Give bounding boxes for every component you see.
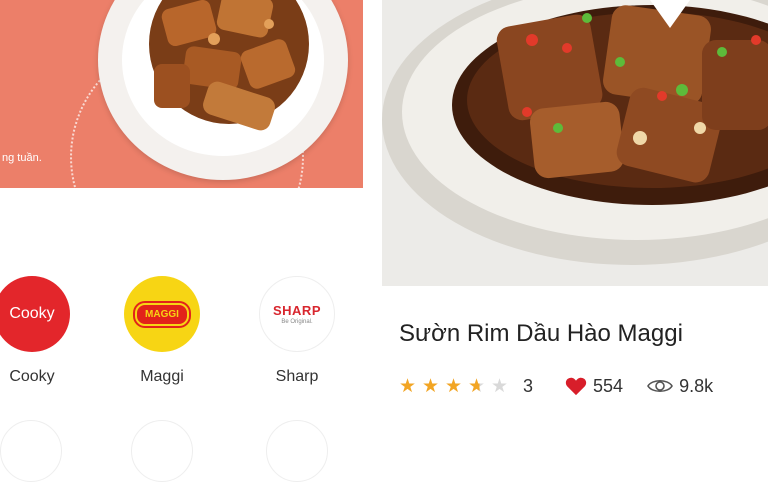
likes-count: 554 (593, 375, 624, 396)
views-count: 9.8k (679, 375, 714, 396)
sharp-logo[interactable]: SHARP Be Original. (259, 276, 335, 352)
maggi-logo[interactable]: MAGGI (124, 276, 200, 352)
star-icon: ★ (445, 375, 463, 397)
brand-item-cooky[interactable]: Cooky Cooky (0, 276, 73, 386)
brand-name-cooky: Cooky (9, 368, 55, 385)
recipe-dish-image (382, 0, 768, 286)
star-icon: ★ (399, 375, 417, 397)
star-icon: ★ (422, 375, 440, 397)
brand-item-next-row[interactable] (0, 420, 62, 482)
recipe-title[interactable]: Sườn Rim Dầu Hào Maggi (399, 320, 683, 348)
play-icon[interactable] (650, 0, 690, 28)
recipe-card[interactable]: Sườn Rim Dầu Hào Maggi ★ ★ ★ ★ ★ 3 554 9… (382, 0, 768, 432)
cooky-logo-text: Cooky (9, 305, 55, 322)
sharp-logo-text: SHARP (272, 303, 321, 318)
heart-icon[interactable] (565, 376, 587, 396)
brand-name-maggi: Maggi (140, 368, 184, 385)
brand-name-sharp: Sharp (275, 368, 319, 385)
eye-icon (647, 379, 673, 393)
maggi-logo-text: MAGGI (135, 302, 189, 326)
brand-item-next-row[interactable] (266, 420, 328, 482)
promo-banner[interactable]: ng tuần. (0, 0, 363, 188)
recipe-stats: ★ ★ ★ ★ ★ 3 554 9.8k (399, 374, 713, 398)
brand-item-next-row[interactable] (131, 420, 193, 482)
recipe-photo[interactable] (382, 0, 768, 286)
rating-stars: ★ ★ ★ ★ ★ (399, 377, 514, 396)
cooky-logo[interactable]: Cooky (0, 276, 70, 352)
banner-caption: ng tuần. (2, 152, 42, 164)
star-icon: ★ (468, 377, 491, 396)
rating-count: 3 (523, 375, 534, 396)
star-icon: ★ (491, 375, 509, 397)
sharp-logo-tagline: Be Original. (281, 319, 313, 325)
brand-item-sharp[interactable]: SHARP Be Original. Sharp (256, 276, 338, 386)
brand-item-maggi[interactable]: MAGGI Maggi (121, 276, 203, 386)
banner-food-image (149, 0, 309, 131)
